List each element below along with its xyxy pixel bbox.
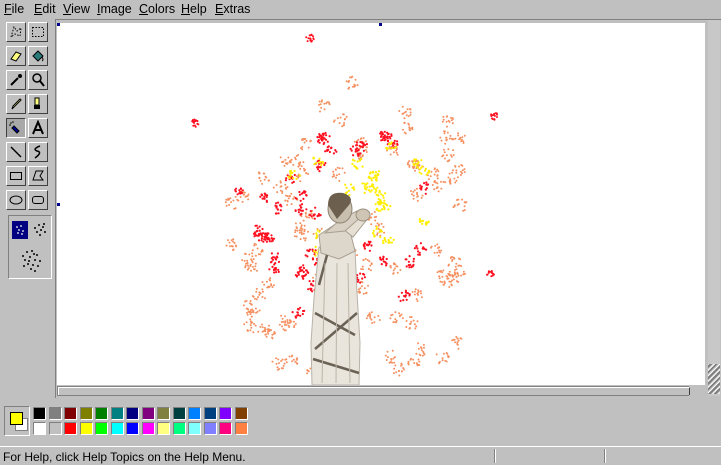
- tool-fill-with-color[interactable]: [28, 46, 48, 66]
- palette-swatch[interactable]: [126, 422, 139, 435]
- tool-options: [8, 215, 52, 279]
- palette-swatch[interactable]: [33, 422, 46, 435]
- palette-swatch[interactable]: [79, 422, 93, 435]
- resize-handle-top: [379, 23, 382, 26]
- size-grip-icon[interactable]: [708, 364, 720, 394]
- resize-handle-top-left: [57, 23, 60, 26]
- palette-swatch[interactable]: [188, 407, 201, 420]
- ellipse-icon: [9, 195, 23, 205]
- palette-swatch[interactable]: [48, 407, 62, 420]
- tool-select[interactable]: [28, 22, 48, 42]
- tool-pick-color[interactable]: [6, 70, 26, 90]
- medium-spray-icon[interactable]: [31, 220, 49, 240]
- menu-bar: File Edit View Image Colors Help Extras: [0, 0, 721, 19]
- resize-handle-left: [57, 203, 60, 206]
- freeform-select-icon: [10, 25, 22, 39]
- horizontal-scroll-thumb[interactable]: [58, 387, 690, 395]
- airbrush-icon: [9, 121, 20, 134]
- status-separator: [494, 449, 496, 463]
- palette-swatch[interactable]: [48, 422, 62, 435]
- palette-swatch[interactable]: [203, 407, 217, 420]
- palette-swatch[interactable]: [95, 422, 108, 435]
- palette-swatch[interactable]: [110, 407, 124, 420]
- current-colors: [4, 406, 30, 436]
- vertical-scrollbar[interactable]: [708, 20, 720, 396]
- palette-swatch[interactable]: [126, 407, 139, 420]
- palette-swatch[interactable]: [234, 407, 248, 420]
- palette-swatch[interactable]: [64, 407, 77, 420]
- drawing-canvas[interactable]: [57, 23, 705, 385]
- menu-help[interactable]: Help: [181, 2, 207, 17]
- status-bar: For Help, click Help Topics on the Help …: [0, 446, 721, 465]
- tool-airbrush[interactable]: [6, 118, 26, 138]
- rect-select-icon: [32, 27, 44, 37]
- menu-colors[interactable]: Colors: [139, 2, 175, 17]
- palette-swatch[interactable]: [203, 422, 217, 435]
- palette-swatch[interactable]: [157, 407, 170, 420]
- eraser-icon: [10, 51, 22, 62]
- rectangle-icon: [10, 172, 22, 180]
- small-spray-icon[interactable]: [12, 221, 28, 239]
- menu-file[interactable]: File: [4, 2, 24, 17]
- palette-swatch[interactable]: [172, 407, 186, 420]
- palette-swatch[interactable]: [64, 422, 77, 435]
- status-help-text: For Help, click Help Topics on the Help …: [3, 450, 246, 464]
- menu-edit[interactable]: Edit: [34, 2, 56, 17]
- polygon-icon: [32, 170, 44, 181]
- palette-swatch[interactable]: [33, 407, 46, 420]
- eyedropper-icon: [10, 74, 22, 86]
- menu-view[interactable]: View: [63, 2, 90, 17]
- tool-curve[interactable]: [28, 142, 48, 162]
- tool-line[interactable]: [6, 142, 26, 162]
- palette-swatch[interactable]: [234, 422, 248, 435]
- tool-rectangle[interactable]: [6, 166, 26, 186]
- palette-swatch[interactable]: [110, 422, 124, 435]
- tool-box: [2, 19, 54, 396]
- brush-icon: [34, 97, 40, 109]
- palette-swatch[interactable]: [172, 422, 186, 435]
- statue-figure: [310, 192, 371, 385]
- line-icon: [10, 146, 22, 158]
- palette-swatch[interactable]: [157, 422, 170, 435]
- curve-icon: [34, 145, 41, 159]
- canvas-work-area: [55, 19, 721, 398]
- rounded-rectangle-icon: [32, 196, 44, 204]
- foreground-color: [10, 412, 23, 425]
- tool-pencil[interactable]: [6, 94, 26, 114]
- tool-eraser[interactable]: [6, 46, 26, 66]
- large-spray-icon[interactable]: [17, 246, 45, 274]
- tool-brush[interactable]: [28, 94, 48, 114]
- tool-free-form-select[interactable]: [6, 22, 26, 42]
- palette-swatch[interactable]: [95, 407, 108, 420]
- tool-rounded-rectangle[interactable]: [28, 190, 48, 210]
- palette-swatch[interactable]: [188, 422, 201, 435]
- palette-swatch[interactable]: [141, 407, 155, 420]
- menu-extras[interactable]: Extras: [215, 2, 250, 17]
- tool-magnifier[interactable]: [28, 70, 48, 90]
- horizontal-scrollbar[interactable]: [57, 386, 690, 396]
- palette-swatch[interactable]: [219, 407, 232, 420]
- tool-polygon[interactable]: [28, 166, 48, 186]
- text-icon: [32, 120, 44, 135]
- magnifier-icon: [32, 73, 45, 87]
- palette-swatch[interactable]: [79, 407, 93, 420]
- paint-bucket-icon: [32, 50, 44, 62]
- palette-swatch[interactable]: [219, 422, 232, 435]
- tool-ellipse[interactable]: [6, 190, 26, 210]
- palette-swatch[interactable]: [141, 422, 155, 435]
- canvas-image: [191, 33, 499, 385]
- menu-image[interactable]: Image: [97, 2, 132, 17]
- tool-text[interactable]: [28, 118, 48, 138]
- pencil-icon: [11, 98, 22, 110]
- status-separator: [604, 449, 606, 463]
